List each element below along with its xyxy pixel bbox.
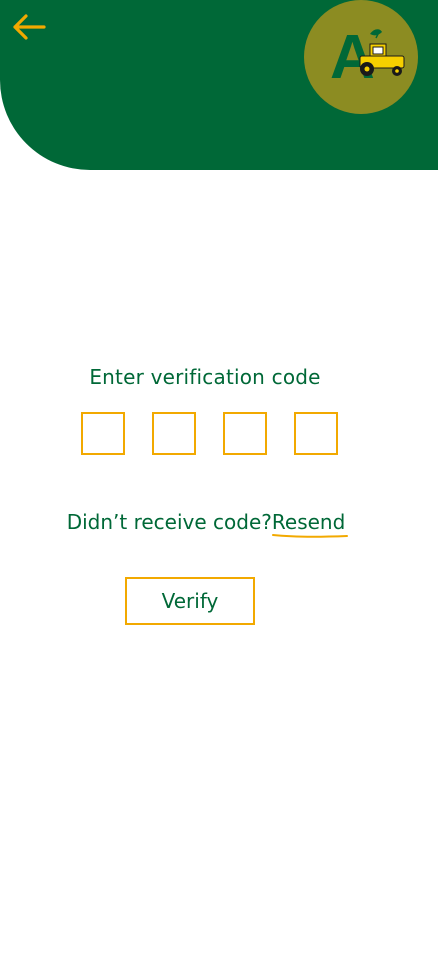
- header-banner: A: [0, 0, 438, 170]
- back-button[interactable]: [8, 12, 48, 46]
- resend-prompt: Didn’t receive code?: [66, 510, 272, 534]
- verification-screen: A Enter verification code Didn’t receive…: [0, 0, 438, 956]
- app-logo: A: [304, 0, 418, 114]
- verify-button[interactable]: Verify: [125, 577, 255, 625]
- verification-title: Enter verification code: [89, 365, 321, 389]
- code-digit-4[interactable]: [294, 412, 338, 455]
- logo-graphic: A: [330, 23, 405, 92]
- arrow-left-icon: [10, 12, 46, 46]
- code-digit-2[interactable]: [152, 412, 196, 455]
- code-input-row: [81, 412, 341, 456]
- code-digit-3[interactable]: [223, 412, 267, 455]
- resend-link[interactable]: Resend: [272, 510, 345, 534]
- code-digit-1[interactable]: [81, 412, 125, 455]
- resend-row: Didn’t receive code?Resend: [0, 510, 412, 534]
- resend-underline: [272, 534, 348, 538]
